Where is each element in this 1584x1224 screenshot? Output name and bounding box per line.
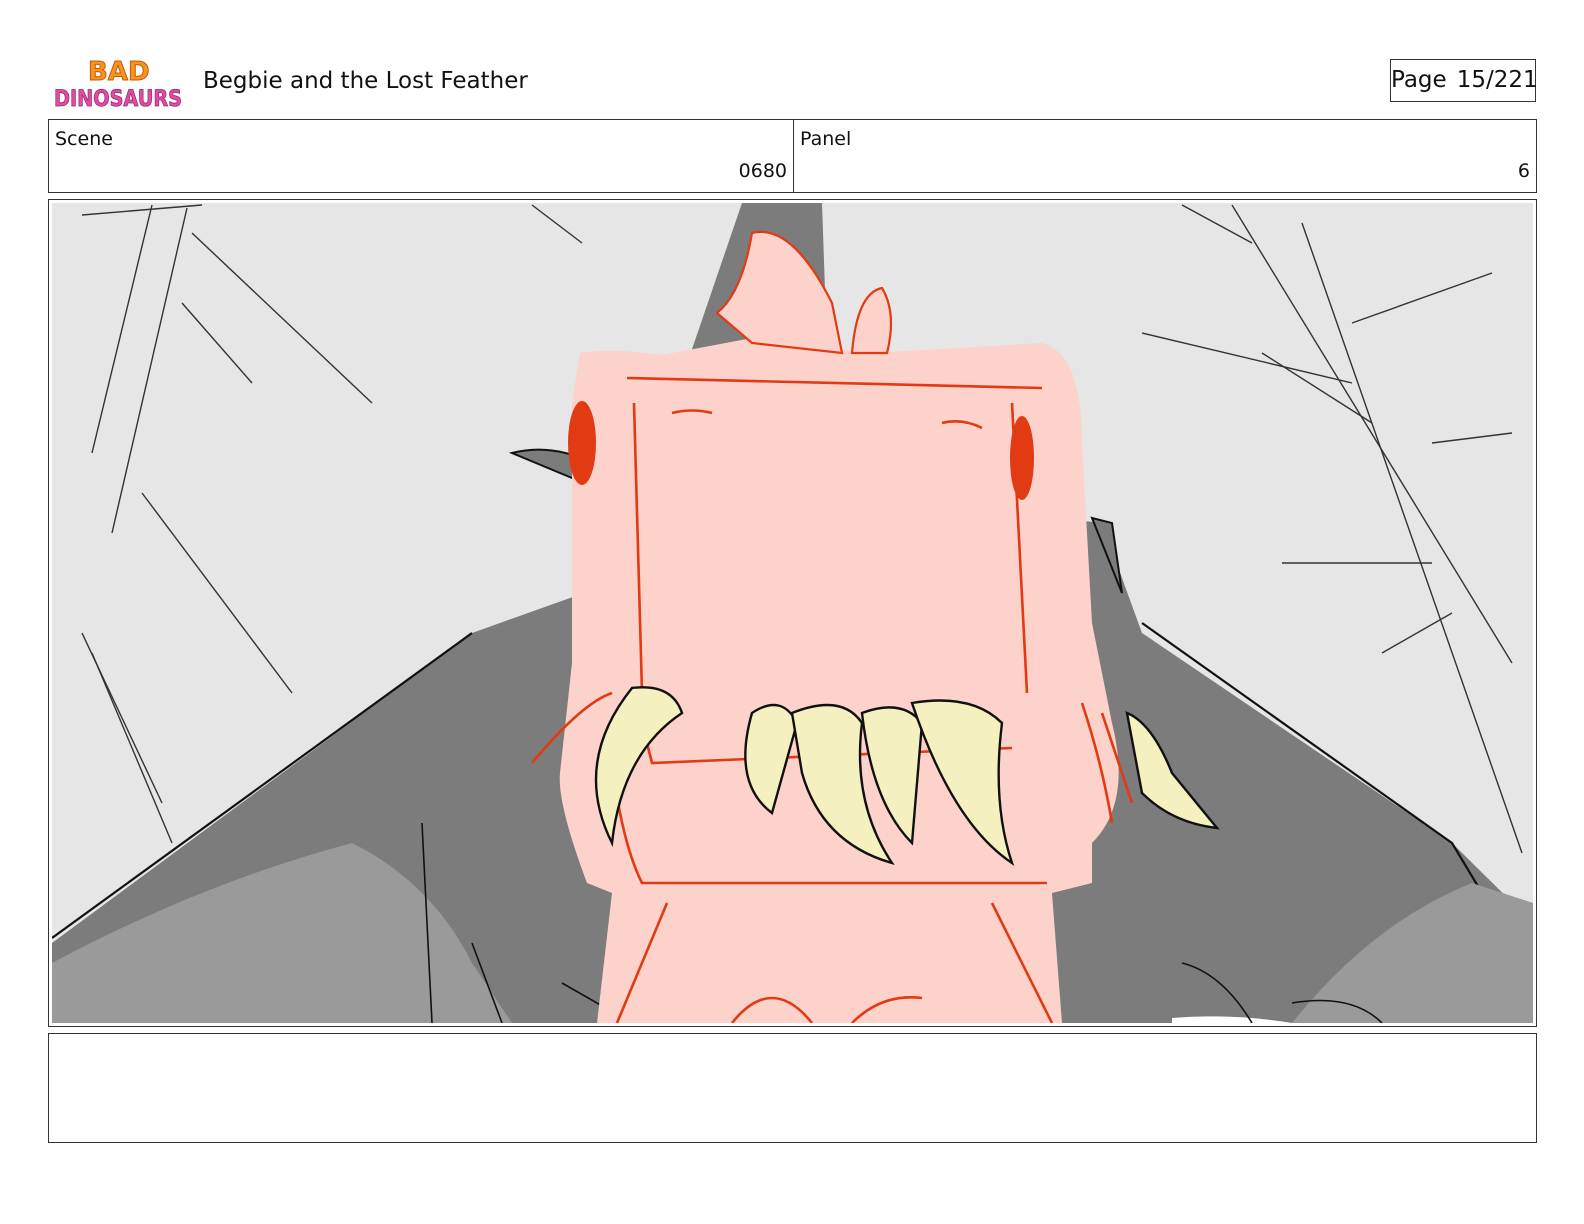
page-label: Page [1391,67,1447,93]
right-eye [1010,416,1034,500]
logo-word-bad: BAD [88,57,150,87]
notes-box [48,1033,1537,1143]
left-eye [568,401,596,485]
panel-cell: Panel 6 [794,120,1536,192]
panel-label: Panel [800,128,852,150]
document-title: Begbie and the Lost Feather [203,68,528,94]
dino-head [559,338,1119,1023]
scene-number: 0680 [738,160,787,182]
storyboard-drawing [52,203,1533,1023]
page-number: 15/221 [1456,67,1538,93]
logo-word-dinosaurs: DINOSAURS [54,87,182,112]
page-indicator: Page 15/221 [1390,59,1538,102]
storyboard-frame [48,199,1537,1027]
scene-label: Scene [55,128,113,150]
bad-dinosaurs-logo: BAD DINOSAURS [54,57,183,113]
scene-panel-info: Scene 0680 Panel 6 [48,119,1537,193]
scene-cell: Scene 0680 [49,120,794,192]
panel-number: 6 [1517,160,1530,182]
